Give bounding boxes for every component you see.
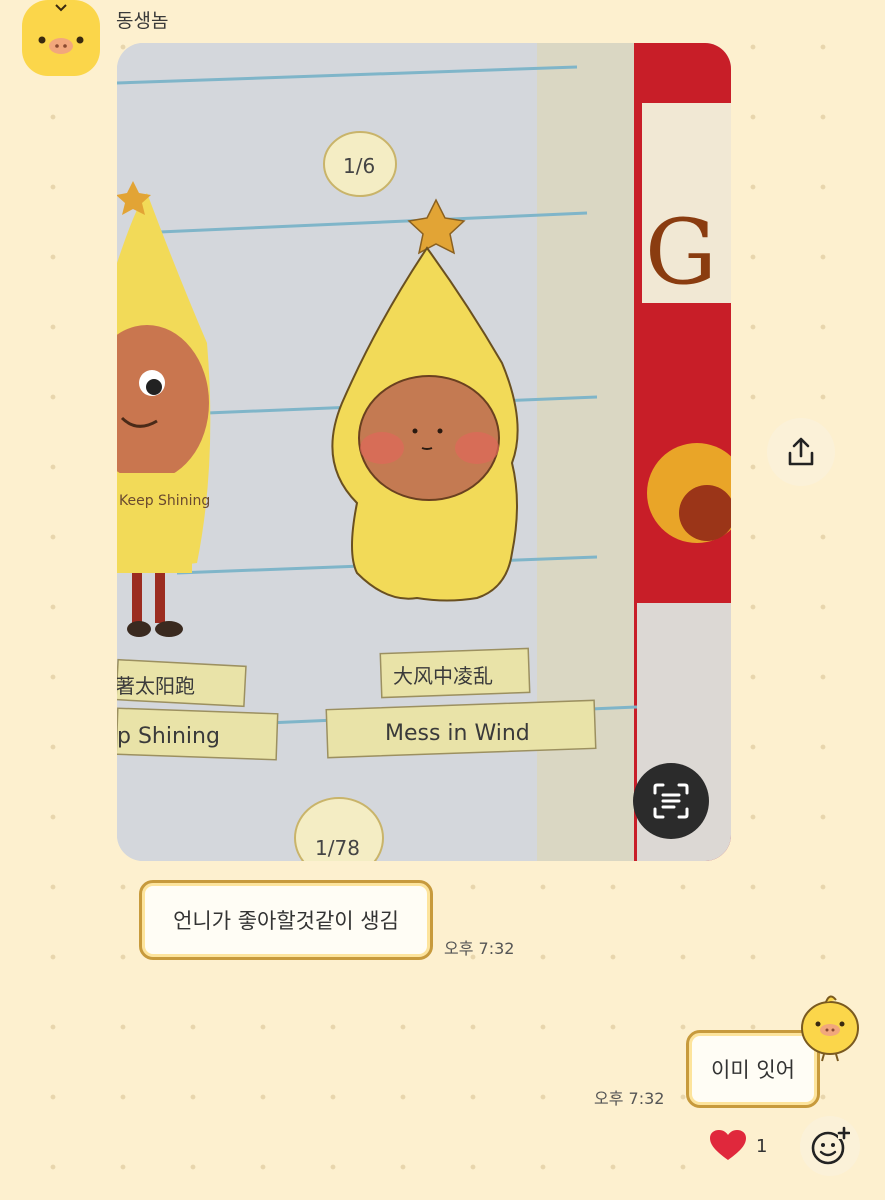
share-button[interactable] (767, 418, 835, 486)
label-left-cn: 著太阳跑 (117, 674, 195, 698)
sender-avatar[interactable] (22, 0, 100, 76)
badge-top: 1/6 (343, 154, 375, 178)
reaction-count: 1 (756, 1135, 768, 1157)
text-scan-button[interactable] (633, 763, 709, 839)
label-center-cn: 大风中凌乱 (393, 664, 493, 688)
chick-sticker-icon (801, 995, 859, 1062)
badge-bottom: 1/78 (315, 836, 360, 860)
text-scan-icon (653, 783, 689, 819)
add-reaction-icon (811, 1126, 850, 1165)
incoming-message-time: 오후 7:32 (444, 939, 515, 958)
shirt-text: Keep Shining (119, 493, 210, 509)
pig-avatar-icon (38, 4, 84, 54)
incoming-message-text: 언니가 좋아할것같이 생김 (173, 909, 399, 933)
label-left-en: p Shining (117, 724, 220, 749)
outgoing-message-time: 오후 7:32 (594, 1089, 665, 1108)
heart-icon (710, 1130, 746, 1160)
reaction-chip[interactable]: 1 (700, 1120, 784, 1172)
sender-name: 동생놈 (116, 10, 169, 32)
incoming-message-bubble[interactable]: 언니가 좋아할것같이 생김 (139, 880, 433, 960)
add-reaction-button[interactable] (800, 1116, 860, 1176)
outgoing-message-text: 이미 잇어 (711, 1058, 795, 1082)
label-center-en: Mess in Wind (385, 721, 530, 746)
photo-content: G Keep Shining 1/6 1/78 著太阳跑 p Shining 大… (117, 43, 731, 861)
share-icon (788, 437, 814, 466)
photo-message[interactable]: G Keep Shining 1/6 1/78 著太阳跑 p Shining 大… (117, 43, 731, 861)
box-text: G (645, 200, 717, 305)
